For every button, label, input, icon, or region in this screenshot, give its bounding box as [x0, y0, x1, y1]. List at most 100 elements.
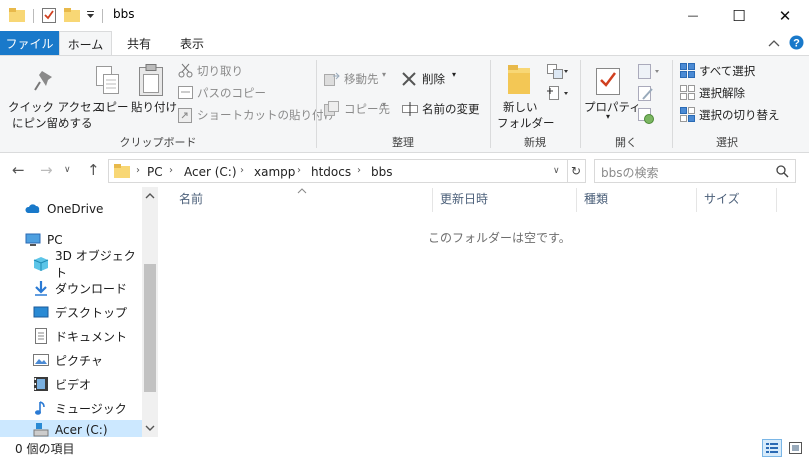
tab-share[interactable]: 共有: [114, 31, 164, 55]
breadcrumb-separator[interactable]: ›: [240, 165, 244, 176]
new-folder-icon: [508, 65, 530, 94]
copy-to-button[interactable]: コピー先 ▾: [324, 100, 392, 118]
navigation-pane: OneDrive PC 3D オブジェクト ダウンロード デスクトップ ドキュメ…: [0, 187, 160, 437]
breadcrumb-drive[interactable]: Acer (C:): [184, 165, 237, 179]
properties-qat-icon[interactable]: [42, 7, 56, 23]
status-bar: 0 個の項目: [0, 437, 809, 460]
column-header-modified[interactable]: 更新日時: [440, 190, 488, 207]
clipboard-group-label: クリップボード: [119, 136, 197, 149]
new-folder-label-2: フォルダー: [497, 116, 555, 130]
desktop-icon: [33, 306, 49, 318]
nav-item-label: ダウンロード: [55, 281, 128, 296]
back-button[interactable]: ←: [12, 161, 25, 179]
cut-button[interactable]: 切り取り: [178, 62, 258, 80]
address-history-chevron-icon[interactable]: ∨: [553, 166, 560, 176]
column-separator[interactable]: [776, 188, 777, 212]
organize-group-label: 整理: [392, 136, 414, 149]
copy-path-button[interactable]: パスのコピー: [178, 84, 268, 102]
column-header-name[interactable]: 名前: [179, 190, 203, 207]
invert-selection-button[interactable]: 選択の切り替え: [680, 106, 790, 124]
up-button[interactable]: ↑: [87, 161, 100, 179]
nav-item-videos[interactable]: ビデオ: [0, 372, 142, 396]
tab-file[interactable]: ファイル: [0, 31, 59, 55]
history-button[interactable]: [638, 108, 656, 126]
column-separator[interactable]: [432, 188, 433, 212]
details-view-button[interactable]: [762, 439, 782, 457]
navigation-row: ← → ∨ ↑ › PC › Acer (C:) › xampp › htdoc…: [0, 155, 809, 187]
breadcrumb-separator[interactable]: ›: [357, 165, 361, 176]
maximize-button[interactable]: ☐: [716, 0, 762, 31]
tab-home[interactable]: ホーム: [59, 31, 112, 56]
nav-item-label: デスクトップ: [55, 305, 128, 320]
large-icons-view-button[interactable]: [786, 439, 806, 457]
rename-button[interactable]: 名前の変更: [402, 100, 486, 118]
refresh-button[interactable]: ↻: [567, 159, 586, 183]
new-item-button[interactable]: [547, 64, 571, 82]
nav-item-label: ドキュメント: [55, 329, 128, 344]
item-count: 0 個の項目: [15, 442, 75, 456]
select-all-button[interactable]: すべて選択: [680, 62, 770, 80]
breadcrumb-htdocs[interactable]: htdocs: [311, 165, 351, 179]
ribbon-home: クイック アクセス にピン留めする コピー 貼り付け 切り取り パスのコピー シ…: [0, 55, 809, 153]
column-header-type[interactable]: 種類: [584, 190, 608, 207]
select-none-button[interactable]: 選択解除: [680, 84, 770, 102]
new-folder-button[interactable]: 新しい フォルダー: [494, 62, 555, 130]
nav-item-label: Acer (C:): [55, 423, 108, 437]
pin-quick-access-button[interactable]: クイック アクセス にピン留めする: [8, 62, 103, 130]
easy-access-button[interactable]: [547, 86, 571, 104]
breadcrumb-xampp[interactable]: xampp: [254, 165, 295, 179]
column-separator[interactable]: [576, 188, 577, 212]
nav-item-pictures[interactable]: ピクチャ: [0, 348, 142, 372]
nav-item-drive-c[interactable]: Acer (C:): [0, 420, 142, 437]
column-header-size[interactable]: サイズ: [704, 190, 740, 207]
paste-shortcut-button[interactable]: ショートカットの貼り付け: [178, 106, 335, 124]
document-icon: [35, 328, 47, 344]
delete-button[interactable]: 削除 ▾: [402, 70, 462, 88]
recent-locations-button[interactable]: ∨: [64, 165, 71, 175]
breadcrumb-separator[interactable]: ›: [136, 165, 140, 176]
nav-item-desktop[interactable]: デスクトップ: [0, 300, 142, 324]
scrollbar-thumb[interactable]: [144, 264, 156, 392]
nav-item-downloads[interactable]: ダウンロード: [0, 276, 142, 300]
copy-to-icon: [324, 101, 339, 116]
address-bar[interactable]: › PC › Acer (C:) › xampp › htdocs › bbs …: [108, 159, 568, 183]
column-separator[interactable]: [696, 188, 697, 212]
ribbon-tabs: ファイル ホーム 共有 表示 ?: [0, 31, 809, 56]
delete-label: 削除: [422, 72, 445, 86]
edit-icon: [638, 86, 653, 101]
collapse-ribbon-icon[interactable]: [768, 38, 780, 48]
tab-view[interactable]: 表示: [166, 31, 218, 55]
close-button[interactable]: ✕: [762, 0, 808, 31]
paste-button[interactable]: 貼り付け: [128, 62, 177, 128]
new-folder-qat-icon[interactable]: [64, 8, 80, 22]
pictures-icon: [33, 354, 49, 366]
properties-button[interactable]: プロパティ ▾: [584, 62, 641, 128]
help-icon[interactable]: ?: [789, 35, 804, 50]
file-list[interactable]: [160, 187, 809, 437]
qat-customize-icon[interactable]: [86, 11, 95, 20]
scroll-down-icon[interactable]: [145, 424, 155, 432]
breadcrumb-separator[interactable]: ›: [169, 165, 173, 176]
open-button[interactable]: [638, 64, 662, 82]
pin-label-2: にピン留めする: [12, 116, 93, 130]
copy-button[interactable]: コピー: [92, 62, 129, 128]
search-box[interactable]: bbsの検索: [594, 159, 796, 183]
breadcrumb-separator[interactable]: ›: [297, 165, 301, 176]
breadcrumb-bbs[interactable]: bbs: [371, 165, 393, 179]
nav-item-documents[interactable]: ドキュメント: [0, 324, 142, 348]
edit-button[interactable]: [638, 86, 656, 104]
chevron-down-icon: ▾: [382, 70, 387, 79]
move-to-button[interactable]: 移動先 ▾: [324, 70, 392, 88]
minimize-button[interactable]: —: [670, 0, 716, 31]
breadcrumb-pc[interactable]: PC: [147, 165, 163, 179]
drive-icon: [33, 423, 49, 437]
copy-path-icon: [178, 86, 193, 99]
forward-button[interactable]: →: [40, 161, 53, 179]
cut-label: 切り取り: [197, 64, 243, 78]
scroll-up-icon[interactable]: [145, 192, 155, 200]
nav-item-3d-objects[interactable]: 3D オブジェクト: [0, 249, 142, 280]
svg-text:?: ?: [793, 38, 800, 50]
nav-item-music[interactable]: ミュージック: [0, 396, 142, 420]
nav-item-onedrive[interactable]: OneDrive: [0, 197, 142, 221]
history-icon: [638, 108, 654, 124]
